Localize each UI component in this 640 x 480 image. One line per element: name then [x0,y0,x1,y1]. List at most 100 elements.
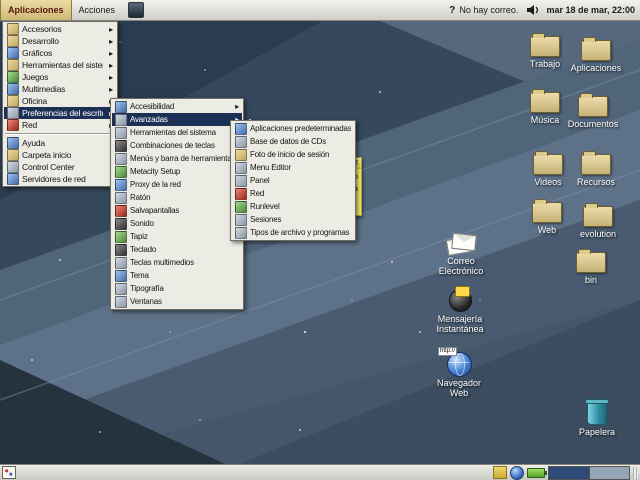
mail-check-applet[interactable]: ? No hay correo. [449,5,518,16]
workspace-1[interactable] [549,467,590,479]
menu-item-combinaciones-teclas[interactable]: Combinaciones de teclas [112,139,242,152]
keyboard-indicator-icon[interactable] [493,466,507,479]
panel-drag-handle[interactable] [633,467,638,479]
submenu-arrow-icon [106,72,113,82]
screensaver-icon [115,205,127,217]
actions-menu-button[interactable]: Acciones [72,0,123,20]
help-icon [7,137,19,149]
workspace-switcher[interactable] [548,466,630,480]
desktop-preferences-menu: Accesibilidad Avanzadas Herramientas del… [110,98,244,310]
network-icon [235,188,247,200]
menu-item-servidores-red[interactable]: Servidores de red [4,173,116,185]
desktop-icon-navegador[interactable]: http:// Navegador Web [427,348,491,399]
menu-item-tipografia[interactable]: Tipografía [112,282,242,295]
clock[interactable]: mar 18 de mar, 22:00 [546,5,635,15]
runlevel-icon [235,201,247,213]
theme-icon [115,270,127,282]
menu-item-ventanas[interactable]: Ventanas [112,295,242,308]
menu-item-base-datos-cds[interactable]: Base de datos de CDs [232,135,354,148]
menu-item-desarrollo[interactable]: Desarrollo [4,35,116,47]
multimedia-keys-icon [115,257,127,269]
menu-item-aplicaciones-predeterminadas[interactable]: Aplicaciones predeterminadas [232,122,354,135]
menu-item-herramientas-sistema-pref[interactable]: Herramientas del sistema [112,126,242,139]
menu-item-metacity-setup[interactable]: Metacity Setup [112,165,242,178]
applications-menu-button[interactable]: Aplicaciones [0,0,72,20]
desktop-icon-mensajeria[interactable]: Mensajería Instantánea [424,286,496,335]
mail-icon [447,232,475,254]
menu-item-carpeta-inicio[interactable]: Carpeta inicio [4,149,116,161]
mail-status-text: No hay correo. [459,5,518,15]
submenu-arrow-icon [106,36,113,46]
menu-item-menu-editor[interactable]: Menu Editor [232,161,354,174]
menu-item-sonido[interactable]: Sonido [112,217,242,230]
desktop-icon-aplicaciones[interactable]: Aplicaciones [564,40,628,73]
desktop-icon-recursos[interactable]: Recursos [564,154,628,187]
menu-item-red[interactable]: Red [4,119,116,131]
folder-icon [533,154,563,175]
menu-item-tapiz[interactable]: Tapiz [112,230,242,243]
folder-icon [576,252,606,273]
menu-item-ayuda[interactable]: Ayuda [4,137,116,149]
mouse-icon [115,192,127,204]
desktop-icon-correo[interactable]: Correo Electrónico [429,232,493,277]
menu-item-runlevel[interactable]: Runlevel [232,200,354,213]
keybindings-icon [115,140,127,152]
desktop-icon-papelera[interactable]: Papelera [565,402,629,437]
folder-icon [581,154,611,175]
folder-icon [530,36,560,57]
workspace-2[interactable] [590,467,630,479]
menu-item-teclas-multimedios[interactable]: Teclas multimedios [112,256,242,269]
menu-item-tipos-archivo[interactable]: Tipos de archivo y programas [232,226,354,239]
http-chip: http:// [438,347,457,356]
advanced-menu: Aplicaciones predeterminadas Base de dat… [230,120,356,241]
menu-item-tema[interactable]: Tema [112,269,242,282]
system-tools-icon [7,59,19,71]
menu-item-teclado[interactable]: Teclado [112,243,242,256]
volume-icon[interactable] [526,4,540,16]
folder-icon [581,40,611,61]
menu-item-panel[interactable]: Panel [232,174,354,187]
desktop-icon-bin[interactable]: bin [559,252,623,285]
terminal-launcher-icon[interactable] [128,2,144,18]
desktop-icon-documentos[interactable]: Documentos [561,96,625,129]
keyboard-icon [115,244,127,256]
menu-item-graficos[interactable]: Gráficos [4,47,116,59]
menu-item-red-avanzadas[interactable]: Red [232,187,354,200]
menu-item-menus-barras[interactable]: Menús y barra de herramientas [112,152,242,165]
office-icon [7,95,19,107]
font-icon [115,283,127,295]
menu-item-oficina[interactable]: Oficina [4,95,116,107]
menu-item-preferencias-escritorio[interactable]: Preferencias del escritorio [4,107,116,119]
menu-item-foto-inicio-sesion[interactable]: Foto de inicio de sesión [232,148,354,161]
games-icon [7,71,19,83]
menu-item-accesorios[interactable]: Accesorios [4,23,116,35]
top-panel: Aplicaciones Acciones ? No hay correo. m… [0,0,640,21]
web-browser-icon: http:// [444,348,474,376]
menu-item-juegos[interactable]: Juegos [4,71,116,83]
accessories-icon [7,23,19,35]
menu-item-proxy-red[interactable]: Proxy de la red [112,178,242,191]
desktop-icon-evolution[interactable]: evolution [566,206,630,239]
desktop-preferences-icon [7,107,19,119]
sticky-notes-applet-icon[interactable] [2,466,16,479]
menu-item-herramientas-sistema[interactable]: Herramientas del sistema [4,59,116,71]
battery-icon[interactable] [527,468,545,478]
sessions-icon [235,214,247,226]
desktop[interactable]: Trabajo Aplicaciones Música Documentos V… [0,0,640,480]
window-list[interactable] [19,467,490,479]
menu-item-raton[interactable]: Ratón [112,191,242,204]
folder-icon [532,202,562,223]
menu-item-control-center[interactable]: Control Center [4,161,116,173]
applications-menu: Accesorios Desarrollo Gráficos Herramien… [2,21,118,187]
wallpaper-icon [115,231,127,243]
multimedia-icon [7,83,19,95]
default-applications-icon [235,123,247,135]
network-monitor-icon[interactable] [510,466,524,480]
instant-messenger-icon [445,286,475,312]
menu-item-multimedias[interactable]: Multimedias [4,83,116,95]
panel-icon [235,175,247,187]
menu-item-avanzadas[interactable]: Avanzadas [112,113,242,126]
menu-item-sesiones[interactable]: Sesiones [232,213,354,226]
menu-item-salvapantallas[interactable]: Salvapantallas [112,204,242,217]
menu-item-accesibilidad[interactable]: Accesibilidad [112,100,242,113]
